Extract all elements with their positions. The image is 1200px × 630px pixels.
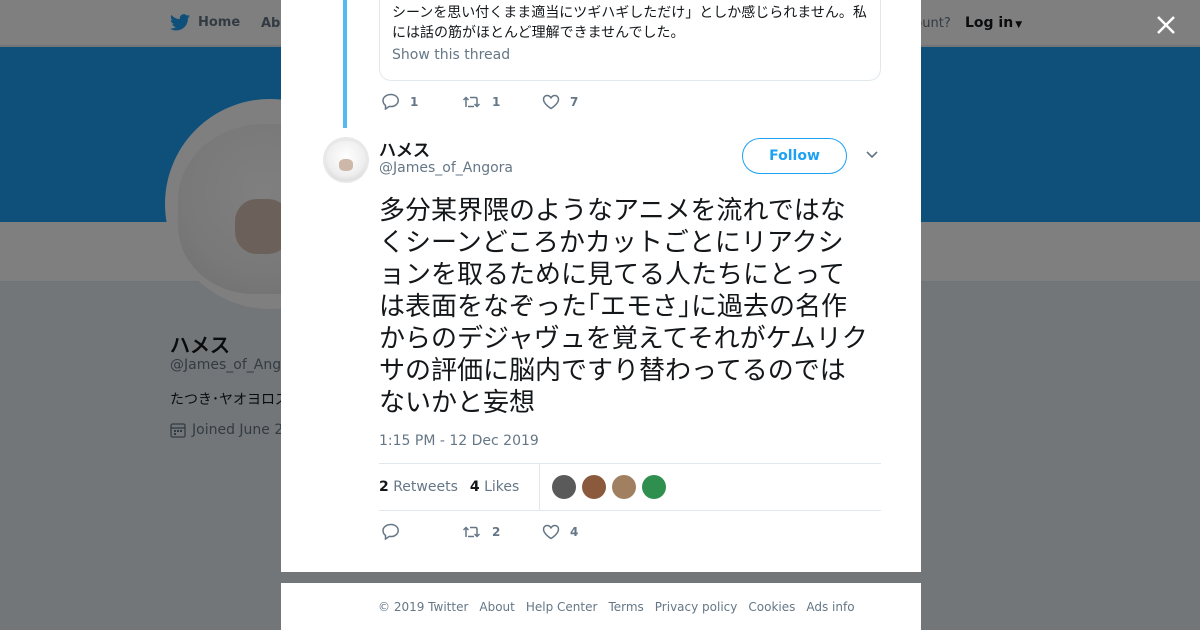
tweet-author-handle[interactable]: @James_of_Angora <box>379 160 513 176</box>
like-count: 4 <box>570 524 579 539</box>
liker-avatar[interactable] <box>612 475 637 499</box>
chevron-down-icon[interactable] <box>865 150 879 160</box>
previous-tweet-text: シーンを思い付くまま適当にツギハギしただけ」としか感じられません。私には話の筋が… <box>392 5 867 41</box>
tweet-actions: 2 4 <box>382 523 622 540</box>
stats-divider <box>539 463 541 511</box>
footer-copyright: © 2019 Twitter <box>378 599 469 614</box>
retweet-count: 1 <box>492 94 501 109</box>
retweet-icon <box>462 525 481 538</box>
reply-icon <box>382 93 399 110</box>
previous-tweet-card[interactable]: シーンを思い付くまま適当にツギハギしただけ」としか感じられません。私には話の筋が… <box>379 0 881 81</box>
close-icon[interactable] <box>1153 12 1179 38</box>
likes-stat[interactable]: 4 Likes <box>470 479 519 495</box>
tweet-author-avatar[interactable] <box>323 137 369 183</box>
footer: © 2019 Twitter About Help Center Terms P… <box>281 583 921 630</box>
like-button[interactable]: 4 <box>542 524 622 540</box>
tweet-timestamp[interactable]: 1:15 PM - 12 Dec 2019 <box>379 433 539 449</box>
footer-link-about[interactable]: About <box>479 600 514 614</box>
tweet-stats: 2 Retweets 4 Likes <box>379 463 881 511</box>
tweet-text: 多分某界隈のようなアニメを流れではなくシーンどころかカットごとにリアクションを取… <box>379 196 868 418</box>
liker-avatar[interactable] <box>582 475 607 499</box>
tweet-modal: シーンを思い付くまま適当にツギハギしただけ」としか感じられません。私には話の筋が… <box>281 0 921 572</box>
previous-tweet-actions: 1 1 7 <box>382 93 622 110</box>
heart-icon <box>542 524 560 539</box>
tweet-author-name[interactable]: ハメス <box>379 136 430 161</box>
liker-avatar[interactable] <box>642 475 667 499</box>
footer-link-terms[interactable]: Terms <box>608 600 643 614</box>
footer-link-ads-info[interactable]: Ads info <box>806 600 854 614</box>
reply-button[interactable] <box>382 523 462 540</box>
like-stat-label: Likes <box>484 479 520 495</box>
avatar-face <box>339 159 353 171</box>
liker-avatar[interactable] <box>552 475 577 499</box>
liker-avatars <box>552 475 667 499</box>
footer-link-help-center[interactable]: Help Center <box>526 600 598 614</box>
retweet-total: 2 <box>379 479 389 495</box>
thread-line <box>343 0 347 128</box>
retweets-stat[interactable]: 2 Retweets <box>379 479 458 495</box>
reply-button[interactable]: 1 <box>382 93 462 110</box>
reply-count: 1 <box>410 94 419 109</box>
footer-link-privacy[interactable]: Privacy policy <box>655 600 738 614</box>
retweet-icon <box>462 95 481 108</box>
like-button[interactable]: 7 <box>542 94 622 110</box>
retweet-count: 2 <box>492 524 501 539</box>
footer-link-cookies[interactable]: Cookies <box>748 600 795 614</box>
reply-icon <box>382 523 399 540</box>
retweet-button[interactable]: 1 <box>462 94 542 110</box>
follow-button[interactable]: Follow <box>742 138 847 174</box>
show-thread-link[interactable]: Show this thread <box>392 47 868 63</box>
retweet-button[interactable]: 2 <box>462 524 542 540</box>
like-total: 4 <box>469 479 480 495</box>
like-count: 7 <box>570 94 579 109</box>
heart-icon <box>542 94 560 109</box>
retweet-stat-label: Retweets <box>393 479 458 495</box>
